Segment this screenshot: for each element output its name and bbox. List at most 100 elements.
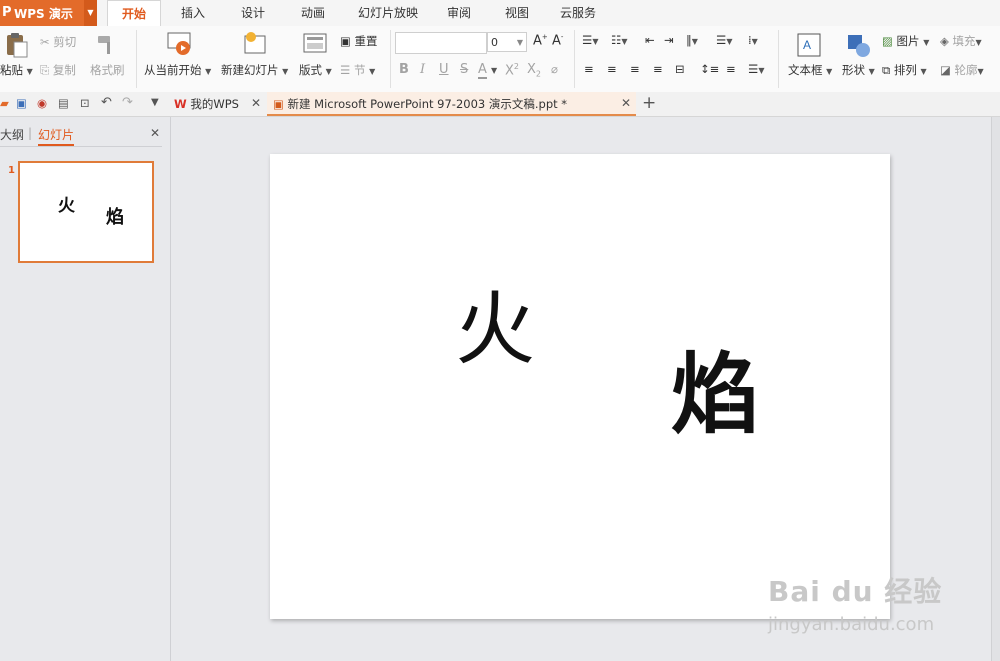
divider (0, 146, 162, 147)
save-icon[interactable]: ▣ (16, 96, 27, 110)
cut-button[interactable]: ✂ 剪切 (40, 34, 76, 50)
format-painter-button[interactable]: 格式刷 (90, 62, 125, 78)
tab-separator: | (28, 126, 33, 140)
copy-icon: ⎘ (40, 63, 50, 77)
format-painter-icon[interactable] (94, 32, 118, 56)
numbering-icon[interactable]: ☷▼ (611, 33, 627, 47)
print-preview-icon[interactable]: ⊡ (80, 96, 90, 110)
grow-font-button[interactable]: A+ (533, 33, 548, 48)
print-icon[interactable]: ▤ (58, 96, 69, 110)
tab-slides[interactable]: 幻灯片 (38, 126, 75, 146)
fill-bucket-icon: ◈ (940, 34, 949, 48)
undo-icon[interactable]: ↶ (101, 95, 112, 110)
play-from-current-icon[interactable] (166, 30, 194, 58)
ribbon-tab-bar: P WPS 演示 ▼ 开始 插入 设计 动画 幻灯片放映 审阅 视图 云服务 (0, 0, 1000, 27)
bullets-icon[interactable]: ☰▼ (582, 33, 598, 47)
reset-icon: ▣ (340, 34, 351, 48)
distributed-icon[interactable]: ⊟ (675, 62, 685, 76)
shape-icon[interactable] (845, 32, 871, 58)
tab-design[interactable]: 设计 (230, 0, 276, 26)
layout-button[interactable]: 版式 ▼ (299, 62, 332, 78)
decrease-indent-icon[interactable]: ⇤ (645, 33, 655, 47)
superscript-button[interactable]: X2 (505, 62, 519, 78)
app-title: WPS 演示 (14, 7, 73, 21)
font-color-button[interactable]: A ▼ (478, 62, 497, 79)
smartart-icon[interactable]: ⁞▼ (748, 33, 758, 47)
paste-icon[interactable] (4, 32, 28, 58)
shape-button[interactable]: 形状 ▼ (842, 62, 875, 78)
slide-text-box-2[interactable]: 焰 (671, 351, 759, 439)
text-box-button[interactable]: 文本框 ▼ (788, 62, 832, 78)
slide-thumbnail[interactable]: 火 焰 (18, 161, 154, 263)
open-folder-icon[interactable]: ▰ (0, 96, 9, 110)
tab-review[interactable]: 审阅 (436, 0, 482, 26)
scissors-icon: ✂ (40, 35, 50, 49)
close-panel-icon[interactable]: ✕ (150, 126, 160, 140)
new-tab-plus-icon[interactable]: + (642, 93, 656, 113)
underline-button[interactable]: U (439, 62, 449, 77)
reset-button[interactable]: ▣ 重置 (340, 33, 378, 49)
paragraph-spacing-icon[interactable]: ≡ (726, 62, 736, 76)
export-pdf-icon[interactable]: ◉ (37, 96, 47, 110)
tab-insert[interactable]: 插入 (170, 0, 216, 26)
paste-button[interactable]: 粘贴 ▼ (0, 62, 33, 78)
copy-button[interactable]: ⎘ 复制 (40, 62, 76, 78)
align-center-icon[interactable]: ≡ (607, 62, 617, 76)
divider (778, 30, 779, 88)
quick-access-dropdown-icon[interactable]: ▼ (151, 97, 159, 108)
tab-view[interactable]: 视图 (494, 0, 540, 26)
section-icon: ☰ (340, 63, 351, 77)
align-left-icon[interactable]: ≡ (584, 62, 594, 76)
divider (390, 30, 391, 88)
shrink-font-button[interactable]: A- (552, 33, 563, 48)
text-box-icon[interactable]: A (796, 32, 822, 58)
clear-format-icon[interactable]: ⌀ (551, 62, 558, 76)
thumbnail-text-2: 焰 (106, 207, 124, 228)
strikethrough-button[interactable]: S (460, 62, 468, 77)
justify-icon[interactable]: ≡ (653, 62, 663, 76)
app-menu-dropdown-icon[interactable]: ▼ (84, 0, 97, 26)
play-from-current-button[interactable]: 从当前开始 ▼ (144, 62, 211, 78)
align-right-icon[interactable]: ≡ (630, 62, 640, 76)
tab-current-document[interactable]: ▣ 新建 Microsoft PowerPoint 97-2003 演示文稿.p… (267, 92, 636, 116)
arrange-icon: ⧉ (882, 63, 891, 77)
close-tab-icon[interactable]: ✕ (251, 96, 261, 110)
fill-button[interactable]: ◈ 填充▼ (940, 33, 982, 49)
font-name-combobox[interactable] (395, 32, 487, 54)
tab-outline[interactable]: 大纲 (0, 126, 24, 143)
picture-button[interactable]: ▨ 图片 ▼ (882, 33, 929, 49)
tab-slideshow[interactable]: 幻灯片放映 (348, 0, 428, 26)
tab-cloud-service[interactable]: 云服务 (552, 0, 604, 26)
text-direction-icon[interactable]: ‖▼ (686, 33, 698, 47)
section-button[interactable]: ☰ 节 ▼ (340, 62, 375, 78)
font-size-combobox[interactable]: 0 ▼ (487, 32, 527, 52)
vertical-scrollbar[interactable] (991, 117, 1000, 661)
slide-navigation-panel: 大纲 | 幻灯片 ✕ 1 火 焰 (0, 117, 171, 661)
svg-text:A: A (803, 38, 811, 52)
columns-icon[interactable]: ☰▼ (748, 62, 764, 76)
tab-animation[interactable]: 动画 (290, 0, 336, 26)
app-menu-button[interactable]: P WPS 演示 ▼ (0, 0, 97, 26)
watermark-brand: Bai du 经验 (768, 575, 943, 608)
align-text-icon[interactable]: ☰▼ (716, 33, 732, 47)
redo-icon[interactable]: ↷ (122, 95, 133, 110)
layout-icon[interactable] (302, 32, 328, 56)
new-slide-button[interactable]: 新建幻灯片 ▼ (221, 62, 288, 78)
line-spacing-icon[interactable]: ↕≡ (700, 62, 719, 76)
arrange-button[interactable]: ⧉ 排列 ▼ (882, 62, 927, 78)
outline-button[interactable]: ◪ 轮廓▼ (940, 62, 984, 78)
new-slide-icon[interactable] (241, 30, 269, 58)
tab-home[interactable]: 开始 (107, 0, 161, 27)
current-slide[interactable]: 火 焰 (270, 154, 890, 619)
ribbon-toolbar: 粘贴 ▼ ✂ 剪切 ⎘ 复制 格式刷 ⌟ 从当前开始 ▼ 新建幻灯片 ▼ 版式 … (0, 26, 1000, 99)
bold-button[interactable]: B (399, 62, 409, 77)
wps-logo-icon: P (2, 5, 12, 20)
baidu-watermark: Bai du 经验 jingyan.baidu.com (768, 570, 943, 635)
italic-button[interactable]: I (420, 62, 425, 77)
ppt-file-icon: ▣ (273, 97, 284, 111)
subscript-button[interactable]: X2 (527, 62, 541, 79)
watermark-site: jingyan.baidu.com (768, 614, 935, 635)
slide-text-box-1[interactable]: 火 (455, 290, 535, 370)
increase-indent-icon[interactable]: ⇥ (664, 33, 674, 47)
close-document-tab-icon[interactable]: ✕ (621, 96, 631, 110)
